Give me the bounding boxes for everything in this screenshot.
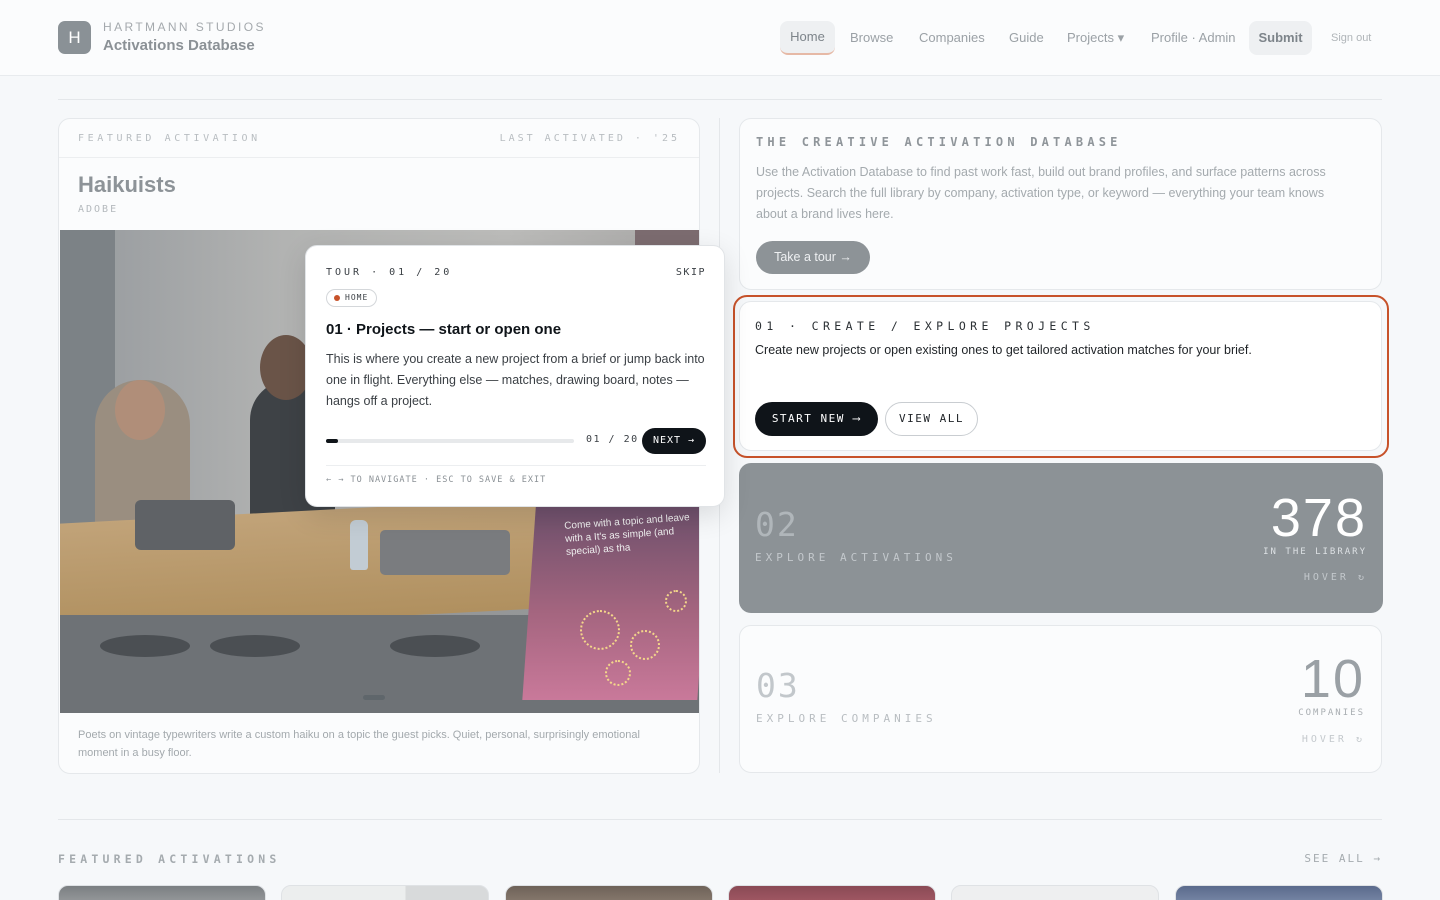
nav-companies[interactable]: Companies bbox=[919, 21, 985, 55]
tour-progress-bar bbox=[326, 439, 574, 443]
activations-label: EXPLORE ACTIVATIONS bbox=[755, 551, 957, 564]
tour-divider bbox=[326, 465, 706, 466]
tour-skip-button[interactable]: SKIP bbox=[676, 267, 706, 278]
featured-activations-heading: FEATURED ACTIVATIONS bbox=[58, 852, 281, 866]
tag-dot-icon bbox=[334, 295, 340, 301]
nav-submit-button[interactable]: Submit bbox=[1249, 21, 1312, 55]
nav-projects-dropdown[interactable]: Projects ▾ bbox=[1067, 21, 1124, 55]
nav-sign-out[interactable]: Sign out bbox=[1331, 21, 1371, 55]
featured-company: ADOBE bbox=[78, 204, 119, 215]
activation-thumbnail[interactable] bbox=[505, 885, 713, 900]
companies-count: 10 bbox=[1300, 649, 1365, 709]
nav-guide[interactable]: Guide bbox=[1009, 21, 1044, 55]
database-description: Use the Activation Database to find past… bbox=[756, 165, 1326, 221]
activations-hover-hint: HOVER ↻ bbox=[1303, 572, 1367, 583]
nav-profile-admin[interactable]: Profile · Admin bbox=[1151, 21, 1236, 55]
photo-typewriter bbox=[380, 530, 510, 575]
last-activated: LAST ACTIVATED · '25 bbox=[499, 133, 680, 144]
tour-counter: 01 / 20 bbox=[586, 434, 639, 445]
activation-thumbnail[interactable] bbox=[728, 885, 936, 900]
companies-count-label: COMPANIES bbox=[1298, 708, 1365, 718]
studio-name: HARTMANN STUDIOS bbox=[103, 20, 266, 34]
companies-hover-hint: HOVER ↻ bbox=[1301, 734, 1365, 745]
photo-flower bbox=[580, 610, 620, 650]
database-title: THE CREATIVE ACTIVATION DATABASE bbox=[756, 135, 1122, 149]
photo-flower bbox=[605, 660, 631, 686]
see-all-link[interactable]: SEE ALL → bbox=[1304, 852, 1382, 865]
photo-stool bbox=[210, 635, 300, 657]
section-divider bbox=[58, 99, 1382, 100]
explore-companies-card[interactable]: 03 EXPLORE COMPANIES 10 COMPANIES HOVER … bbox=[739, 625, 1382, 773]
tour-keyboard-hint: ← → TO NAVIGATE · ESC TO SAVE & EXIT bbox=[326, 475, 547, 485]
explore-activations-card[interactable]: 02 EXPLORE ACTIVATIONS 378 IN THE LIBRAR… bbox=[739, 463, 1383, 613]
featured-label: FEATURED ACTIVATION bbox=[78, 133, 261, 144]
logo-mark[interactable]: H bbox=[58, 21, 91, 54]
companies-step-number: 03 bbox=[756, 666, 800, 705]
tour-progress-fill bbox=[326, 439, 339, 443]
tour-next-button[interactable]: NEXT → bbox=[642, 428, 706, 454]
tour-page-tag: HOME bbox=[326, 289, 378, 307]
nav-home[interactable]: Home bbox=[780, 21, 835, 55]
carousel-indicator[interactable] bbox=[363, 695, 385, 700]
activations-step-number: 02 bbox=[755, 505, 799, 544]
card-divider bbox=[59, 157, 699, 158]
tour-body: This is where you create a new project f… bbox=[326, 352, 705, 408]
featured-description: Poets on vintage typewriters write a cus… bbox=[78, 729, 640, 759]
tour-highlight-ring bbox=[733, 295, 1389, 458]
activations-count-label: IN THE LIBRARY bbox=[1263, 547, 1367, 557]
tour-popover: TOUR · 01 / 20 SKIP HOME 01 · Projects —… bbox=[305, 245, 725, 507]
activation-thumbnail[interactable] bbox=[58, 885, 266, 900]
take-tour-button[interactable]: Take a tour → bbox=[756, 241, 870, 274]
companies-label: EXPLORE COMPANIES bbox=[756, 712, 937, 725]
photo-typewriter bbox=[135, 500, 235, 550]
app-title[interactable]: Activations Database bbox=[103, 37, 255, 54]
section-divider bbox=[58, 819, 1382, 820]
tour-step-indicator: TOUR · 01 / 20 bbox=[326, 267, 453, 278]
activation-thumbnail[interactable] bbox=[1175, 885, 1383, 900]
photo-person-head bbox=[115, 380, 165, 440]
database-intro-card: THE CREATIVE ACTIVATION DATABASE Use the… bbox=[739, 118, 1382, 290]
activations-count: 378 bbox=[1270, 488, 1367, 548]
photo-flower bbox=[665, 590, 687, 612]
photo-stool bbox=[100, 635, 190, 657]
nav-browse[interactable]: Browse bbox=[850, 21, 893, 55]
activation-thumbnail[interactable] bbox=[951, 885, 1159, 900]
featured-title[interactable]: Haikuists bbox=[78, 172, 176, 198]
photo-flower bbox=[630, 630, 660, 660]
tour-page-tag-label: HOME bbox=[345, 293, 369, 302]
tour-title: 01 · Projects — start or open one bbox=[326, 321, 562, 338]
top-header: H HARTMANN STUDIOS Activations Database … bbox=[0, 0, 1440, 76]
photo-stool bbox=[390, 635, 480, 657]
activation-thumbnail[interactable] bbox=[281, 885, 489, 900]
photo-bottle bbox=[350, 520, 368, 570]
